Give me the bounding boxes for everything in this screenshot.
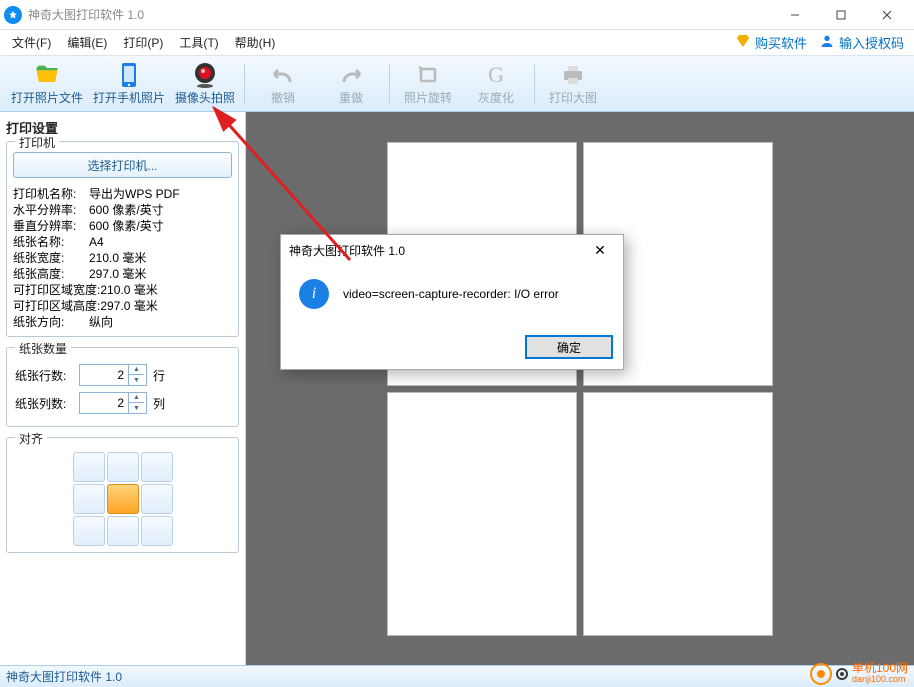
info-row: 纸张宽度:210.0 毫米	[13, 250, 232, 266]
rows-up[interactable]: ▲	[128, 365, 144, 375]
watermark-cn: 单机100网	[852, 663, 908, 674]
paper-count-group: 纸张数量 纸张行数: ▲▼ 行 纸张列数: ▲▼ 列	[6, 347, 239, 427]
info-row: 纸张方向:纵向	[13, 314, 232, 330]
authcode-label: 输入授权码	[839, 33, 904, 52]
page-preview	[387, 392, 577, 636]
dialog-title: 神奇大图打印软件 1.0	[289, 242, 585, 259]
toolbar-separator	[534, 64, 535, 104]
dialog-ok-button[interactable]: 确定	[525, 335, 613, 359]
info-row: 纸张高度:297.0 毫米	[13, 266, 232, 282]
phone-icon	[115, 61, 143, 89]
close-button[interactable]	[864, 0, 910, 30]
toolbar-separator	[244, 64, 245, 104]
rotate-photo-button[interactable]: 照片旋转	[394, 58, 462, 110]
canvas	[246, 112, 914, 665]
align-cell-3[interactable]	[73, 484, 105, 514]
undo-button[interactable]: 撤销	[249, 58, 317, 110]
align-cell-5[interactable]	[141, 484, 173, 514]
toolbar-separator	[389, 64, 390, 104]
menu-print[interactable]: 打印(P)	[115, 30, 171, 55]
rows-down[interactable]: ▼	[128, 375, 144, 385]
info-row: 垂直分辨率:600 像素/英寸	[13, 218, 232, 234]
printer-info: 打印机名称:导出为WPS PDF水平分辨率:600 像素/英寸垂直分辨率:600…	[13, 186, 232, 330]
page-grid	[387, 142, 773, 636]
open-photo-file-button[interactable]: 打开照片文件	[6, 58, 88, 110]
cols-down[interactable]: ▼	[128, 403, 144, 413]
redo-icon	[337, 61, 365, 89]
dialog-message: video=screen-capture-recorder: I/O error	[343, 287, 559, 301]
align-cell-0[interactable]	[73, 452, 105, 482]
align-cell-8[interactable]	[141, 516, 173, 546]
buy-software-button[interactable]: 购买软件	[729, 31, 813, 54]
cols-field[interactable]	[80, 396, 128, 410]
printer-group-label: 打印机	[15, 134, 59, 151]
align-cell-2[interactable]	[141, 452, 173, 482]
align-cell-4[interactable]	[107, 484, 139, 514]
webcam-icon	[191, 61, 219, 89]
align-cell-7[interactable]	[107, 516, 139, 546]
app-icon	[4, 6, 22, 24]
enter-authcode-button[interactable]: 输入授权码	[813, 31, 910, 54]
minimize-button[interactable]	[772, 0, 818, 30]
align-grid	[13, 452, 232, 546]
cols-unit: 列	[153, 395, 165, 412]
printer-group: 打印机 选择打印机... 打印机名称:导出为WPS PDF水平分辨率:600 像…	[6, 141, 239, 337]
menu-tools[interactable]: 工具(T)	[171, 30, 226, 55]
cols-label: 纸张列数:	[15, 395, 73, 412]
select-printer-button[interactable]: 选择打印机...	[13, 152, 232, 178]
printer-icon	[559, 61, 587, 89]
info-icon: i	[299, 279, 329, 309]
rows-label: 纸张行数:	[15, 367, 73, 384]
toolbar: 打开照片文件 打开手机照片 摄像头拍照 撤销 重做 照片旋转 G	[0, 56, 914, 112]
align-group: 对齐	[6, 437, 239, 553]
cols-up[interactable]: ▲	[128, 393, 144, 403]
menubar: 文件(F) 编辑(E) 打印(P) 工具(T) 帮助(H) 购买软件 输入授权码	[0, 30, 914, 56]
grayscale-icon: G	[482, 61, 510, 89]
buy-label: 购买软件	[755, 33, 807, 52]
dialog-close-button[interactable]: ✕	[585, 242, 615, 259]
status-text: 神奇大图打印软件 1.0	[6, 668, 122, 685]
paper-count-label: 纸张数量	[15, 340, 71, 357]
grayscale-button[interactable]: G 灰度化	[462, 58, 530, 110]
statusbar: 神奇大图打印软件 1.0	[0, 665, 914, 687]
rows-field[interactable]	[80, 368, 128, 382]
titlebar: 神奇大图打印软件 1.0	[0, 0, 914, 30]
rows-unit: 行	[153, 367, 165, 384]
folder-open-icon	[33, 61, 61, 89]
watermark-logo-icon	[810, 663, 832, 685]
error-dialog: 神奇大图打印软件 1.0 ✕ i video=screen-capture-re…	[280, 234, 624, 370]
align-cell-6[interactable]	[73, 516, 105, 546]
info-row: 可打印区域高度:297.0 毫米	[13, 298, 232, 314]
menu-file[interactable]: 文件(F)	[4, 30, 59, 55]
watermark-eye-icon	[836, 668, 848, 680]
main-area: 打印设置 打印机 选择打印机... 打印机名称:导出为WPS PDF水平分辨率:…	[0, 112, 914, 665]
diamond-icon	[735, 33, 751, 52]
camera-capture-button[interactable]: 摄像头拍照	[170, 58, 240, 110]
info-row: 可打印区域宽度:210.0 毫米	[13, 282, 232, 298]
window-title: 神奇大图打印软件 1.0	[28, 6, 772, 23]
maximize-button[interactable]	[818, 0, 864, 30]
redo-button[interactable]: 重做	[317, 58, 385, 110]
rows-input[interactable]: ▲▼	[79, 364, 147, 386]
cols-input[interactable]: ▲▼	[79, 392, 147, 414]
print-big-button[interactable]: 打印大图	[539, 58, 607, 110]
menu-help[interactable]: 帮助(H)	[227, 30, 284, 55]
sidebar: 打印设置 打印机 选择打印机... 打印机名称:导出为WPS PDF水平分辨率:…	[0, 112, 246, 665]
user-icon	[819, 33, 835, 52]
undo-icon	[269, 61, 297, 89]
align-cell-1[interactable]	[107, 452, 139, 482]
watermark: 单机100网 danji100.com	[810, 663, 908, 685]
watermark-en: danji100.com	[852, 674, 908, 685]
open-phone-photo-button[interactable]: 打开手机照片	[88, 58, 170, 110]
menu-edit[interactable]: 编辑(E)	[59, 30, 115, 55]
page-preview	[583, 392, 773, 636]
info-row: 打印机名称:导出为WPS PDF	[13, 186, 232, 202]
rotate-icon	[414, 61, 442, 89]
info-row: 纸张名称:A4	[13, 234, 232, 250]
dialog-titlebar: 神奇大图打印软件 1.0 ✕	[281, 235, 623, 265]
align-label: 对齐	[15, 430, 47, 447]
info-row: 水平分辨率:600 像素/英寸	[13, 202, 232, 218]
